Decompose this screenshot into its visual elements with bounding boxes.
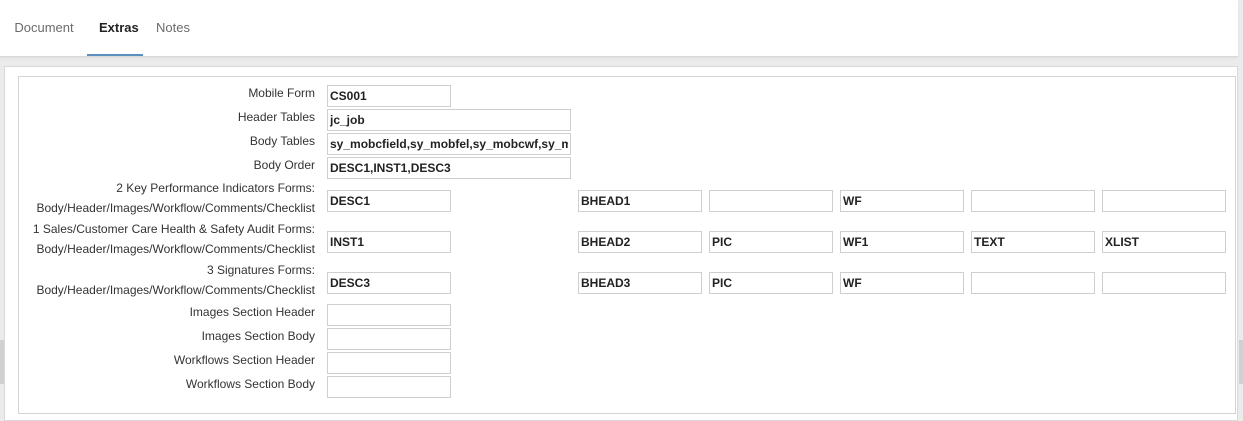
group3-header-input[interactable] (578, 272, 702, 294)
images-section-body-label: Images Section Body (201, 329, 315, 343)
group1-title-label: 2 Key Performance Indicators Forms: (116, 181, 315, 195)
workflows-section-body-label: Workflows Section Body (185, 377, 315, 391)
group1-body-input[interactable] (327, 190, 451, 212)
tab-bar: Document Extras Notes (0, 0, 1238, 57)
group1-images-input[interactable] (709, 190, 833, 212)
group1-comments-input[interactable] (971, 190, 1095, 212)
group2-comments-input[interactable] (971, 231, 1095, 253)
images-section-header-label: Images Section Header (189, 305, 315, 319)
tab-notes[interactable]: Notes (144, 0, 202, 56)
extras-panel: Mobile Form Header Tables Body Tables Bo… (4, 66, 1238, 421)
mobile-form-label: Mobile Form (248, 86, 315, 100)
group2-fields-label: Body/Header/Images/Workflow/Comments/Che… (36, 242, 315, 256)
workflows-section-header-input[interactable] (327, 352, 451, 374)
group3-fields-label: Body/Header/Images/Workflow/Comments/Che… (36, 283, 315, 297)
body-tables-input[interactable] (327, 133, 571, 155)
workflows-section-body-input[interactable] (327, 376, 451, 398)
body-tables-label: Body Tables (249, 134, 315, 148)
extras-form: Mobile Form Header Tables Body Tables Bo… (18, 76, 1236, 414)
images-section-body-input[interactable] (327, 328, 451, 350)
group1-workflow-input[interactable] (840, 190, 964, 212)
body-order-input[interactable] (327, 157, 571, 179)
group2-body-input[interactable] (327, 231, 451, 253)
group1-header-input[interactable] (578, 190, 702, 212)
group3-checklist-input[interactable] (1102, 272, 1226, 294)
workflows-section-header-label: Workflows Section Header (173, 353, 315, 367)
group3-title-label: 3 Signatures Forms: (206, 263, 315, 277)
group2-images-input[interactable] (709, 231, 833, 253)
group3-body-input[interactable] (327, 272, 451, 294)
group3-images-input[interactable] (709, 272, 833, 294)
mobile-form-input[interactable] (327, 85, 451, 107)
group2-checklist-input[interactable] (1102, 231, 1226, 253)
group1-fields-label: Body/Header/Images/Workflow/Comments/Che… (36, 201, 315, 215)
group2-workflow-input[interactable] (840, 231, 964, 253)
header-tables-label: Header Tables (237, 110, 315, 124)
group2-title-label: 1 Sales/Customer Care Health & Safety Au… (32, 222, 315, 236)
tab-extras[interactable]: Extras (87, 0, 143, 56)
group1-checklist-input[interactable] (1102, 190, 1226, 212)
tab-document[interactable]: Document (2, 0, 86, 56)
group3-workflow-input[interactable] (840, 272, 964, 294)
body-order-label: Body Order (253, 158, 315, 172)
group3-comments-input[interactable] (971, 272, 1095, 294)
scroll-edge-right (1239, 340, 1243, 384)
group2-header-input[interactable] (578, 231, 702, 253)
header-tables-input[interactable] (327, 109, 571, 131)
images-section-header-input[interactable] (327, 304, 451, 326)
